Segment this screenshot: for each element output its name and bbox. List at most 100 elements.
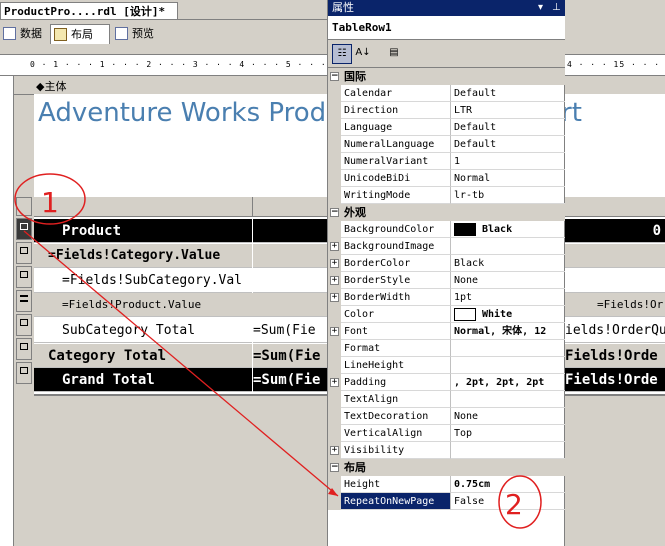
- header-col2-cell[interactable]: [253, 219, 327, 243]
- prop-value[interactable]: [451, 442, 566, 459]
- prop-row-calendar[interactable]: Calendar Default: [328, 85, 566, 102]
- category-total-cell[interactable]: Category Total: [34, 344, 252, 368]
- category-appearance[interactable]: − 外观: [328, 204, 566, 221]
- prop-row-language[interactable]: Language Default: [328, 119, 566, 136]
- category-right-cell[interactable]: [565, 244, 665, 268]
- prop-value[interactable]: Default: [451, 85, 566, 102]
- category-col2-cell[interactable]: [253, 244, 327, 268]
- tab-data[interactable]: 数据: [0, 24, 50, 44]
- subcategory-col2-cell[interactable]: [253, 269, 327, 293]
- expand-icon[interactable]: +: [330, 327, 339, 336]
- prop-value[interactable]: lr-tb: [451, 187, 566, 204]
- prop-value[interactable]: 1pt: [451, 289, 566, 306]
- tab-layout[interactable]: 布局: [50, 24, 110, 44]
- prop-row-direction[interactable]: Direction LTR: [328, 102, 566, 119]
- pin-icon[interactable]: ⊥: [552, 2, 562, 13]
- prop-row-font[interactable]: + Font Normal, 宋体, 12: [328, 323, 566, 340]
- object-selector[interactable]: TableRow1: [328, 16, 566, 40]
- prop-value[interactable]: False: [451, 493, 566, 510]
- subcategory-value-cell[interactable]: =Fields!SubCategory.Val: [34, 269, 252, 293]
- prop-row-color[interactable]: Color White: [328, 306, 566, 323]
- expand-icon[interactable]: +: [330, 446, 339, 455]
- prop-value[interactable]: White: [451, 306, 566, 323]
- expand-icon[interactable]: +: [330, 242, 339, 251]
- prop-value[interactable]: Black: [451, 221, 566, 238]
- grand-total-cell[interactable]: Grand Total: [34, 368, 252, 392]
- prop-row-backgroundcolor[interactable]: BackgroundColor Black: [328, 221, 566, 238]
- prop-row-unicodebidi[interactable]: UnicodeBiDi Normal: [328, 170, 566, 187]
- prop-row-numerallanguage[interactable]: NumeralLanguage Default: [328, 136, 566, 153]
- row-handle-group2[interactable]: [16, 266, 32, 288]
- product-value-cell[interactable]: =Fields!Product.Value: [34, 293, 327, 317]
- categorized-button[interactable]: ☷: [332, 44, 352, 64]
- prop-value[interactable]: Default: [451, 136, 566, 153]
- category-layout[interactable]: − 布局: [328, 459, 566, 476]
- prop-row-bordercolor[interactable]: + BorderColor Black: [328, 255, 566, 272]
- prop-row-padding[interactable]: + Padding, 2pt, 2pt, 2pt: [328, 374, 566, 391]
- table-column-handles-right[interactable]: [565, 197, 665, 217]
- prop-value[interactable]: [451, 357, 566, 374]
- category-international[interactable]: − 国际: [328, 68, 566, 85]
- prop-row-format[interactable]: Format: [328, 340, 566, 357]
- grand-total-right-cell[interactable]: Fields!Orde: [565, 368, 665, 392]
- category-total-right-cell[interactable]: Fields!Orde: [565, 344, 665, 368]
- prop-value[interactable]: [451, 238, 566, 255]
- prop-row-verticalalign[interactable]: VerticalAlign Top: [328, 425, 566, 442]
- tab-preview[interactable]: 预览: [112, 24, 168, 44]
- prop-row-numeralvariant[interactable]: NumeralVariant 1: [328, 153, 566, 170]
- row-handle-group1[interactable]: [16, 242, 32, 264]
- prop-value[interactable]: 0.75cm: [451, 476, 566, 493]
- subcategory-right-cell[interactable]: [565, 269, 665, 293]
- dropdown-icon[interactable]: ▾: [538, 2, 548, 13]
- row-handle-detail[interactable]: [16, 290, 32, 312]
- prop-value[interactable]: [451, 391, 566, 408]
- header-product-cell[interactable]: Product: [34, 219, 252, 243]
- row-handle-footer[interactable]: [16, 362, 32, 384]
- prop-value[interactable]: Normal, 宋体, 12: [451, 323, 566, 340]
- prop-value[interactable]: , 2pt, 2pt, 2pt: [451, 374, 566, 391]
- collapse-icon[interactable]: −: [330, 208, 339, 217]
- prop-value[interactable]: None: [451, 408, 566, 425]
- prop-value[interactable]: 1: [451, 153, 566, 170]
- collapse-icon[interactable]: −: [330, 463, 339, 472]
- prop-row-lineheight[interactable]: LineHeight: [328, 357, 566, 374]
- expand-icon[interactable]: +: [330, 378, 339, 387]
- document-tab[interactable]: ProductPro....rdl [设计]*: [0, 2, 178, 19]
- prop-value[interactable]: Top: [451, 425, 566, 442]
- row-handle-group2-footer[interactable]: [16, 314, 32, 336]
- category-total-sum-cell[interactable]: =Sum(Fie: [253, 344, 327, 368]
- alphabetical-button[interactable]: A↓: [353, 44, 373, 64]
- expand-icon[interactable]: +: [330, 293, 339, 302]
- expand-icon[interactable]: +: [330, 276, 339, 285]
- prop-row-height[interactable]: Height 0.75cm: [328, 476, 566, 493]
- row-handle-group1-footer[interactable]: [16, 338, 32, 360]
- prop-row-repeatonnewpage[interactable]: RepeatOnNewPage False: [328, 493, 566, 510]
- category-value-cell[interactable]: =Fields!Category.Value: [34, 244, 252, 268]
- header-right-cell[interactable]: 0: [565, 219, 665, 243]
- grand-total-sum-cell[interactable]: =Sum(Fie: [253, 368, 327, 392]
- property-pages-button[interactable]: ▤: [384, 44, 404, 64]
- prop-row-borderstyle[interactable]: + BorderStyle None: [328, 272, 566, 289]
- prop-value[interactable]: Default: [451, 119, 566, 136]
- subcategory-total-right-cell[interactable]: ields!OrderQu: [565, 319, 665, 343]
- prop-row-backgroundimage[interactable]: + BackgroundImage: [328, 238, 566, 255]
- prop-value[interactable]: Normal: [451, 170, 566, 187]
- prop-row-textalign[interactable]: TextAlign: [328, 391, 566, 408]
- table-column-handles[interactable]: [34, 197, 327, 217]
- prop-row-borderwidth[interactable]: + BorderWidth 1pt: [328, 289, 566, 306]
- subcategory-total-sum-cell[interactable]: =Sum(Fie: [253, 319, 327, 343]
- report-title-textbox[interactable]: Adventure Works Product: [38, 98, 327, 128]
- subcategory-total-cell[interactable]: SubCategory Total: [34, 319, 252, 343]
- prop-row-textdecoration[interactable]: TextDecoration None: [328, 408, 566, 425]
- prop-value[interactable]: Black: [451, 255, 566, 272]
- table-corner-handle[interactable]: [16, 197, 32, 216]
- row-handle-header[interactable]: [16, 218, 32, 240]
- prop-value[interactable]: None: [451, 272, 566, 289]
- detail-right-cell[interactable]: =Fields!Or: [565, 293, 665, 317]
- body-section-band[interactable]: ◆主体: [14, 76, 327, 95]
- prop-row-visibility[interactable]: + Visibility: [328, 442, 566, 459]
- prop-value[interactable]: [451, 340, 566, 357]
- collapse-icon[interactable]: −: [330, 72, 339, 81]
- prop-value[interactable]: LTR: [451, 102, 566, 119]
- prop-row-writingmode[interactable]: WritingMode lr-tb: [328, 187, 566, 204]
